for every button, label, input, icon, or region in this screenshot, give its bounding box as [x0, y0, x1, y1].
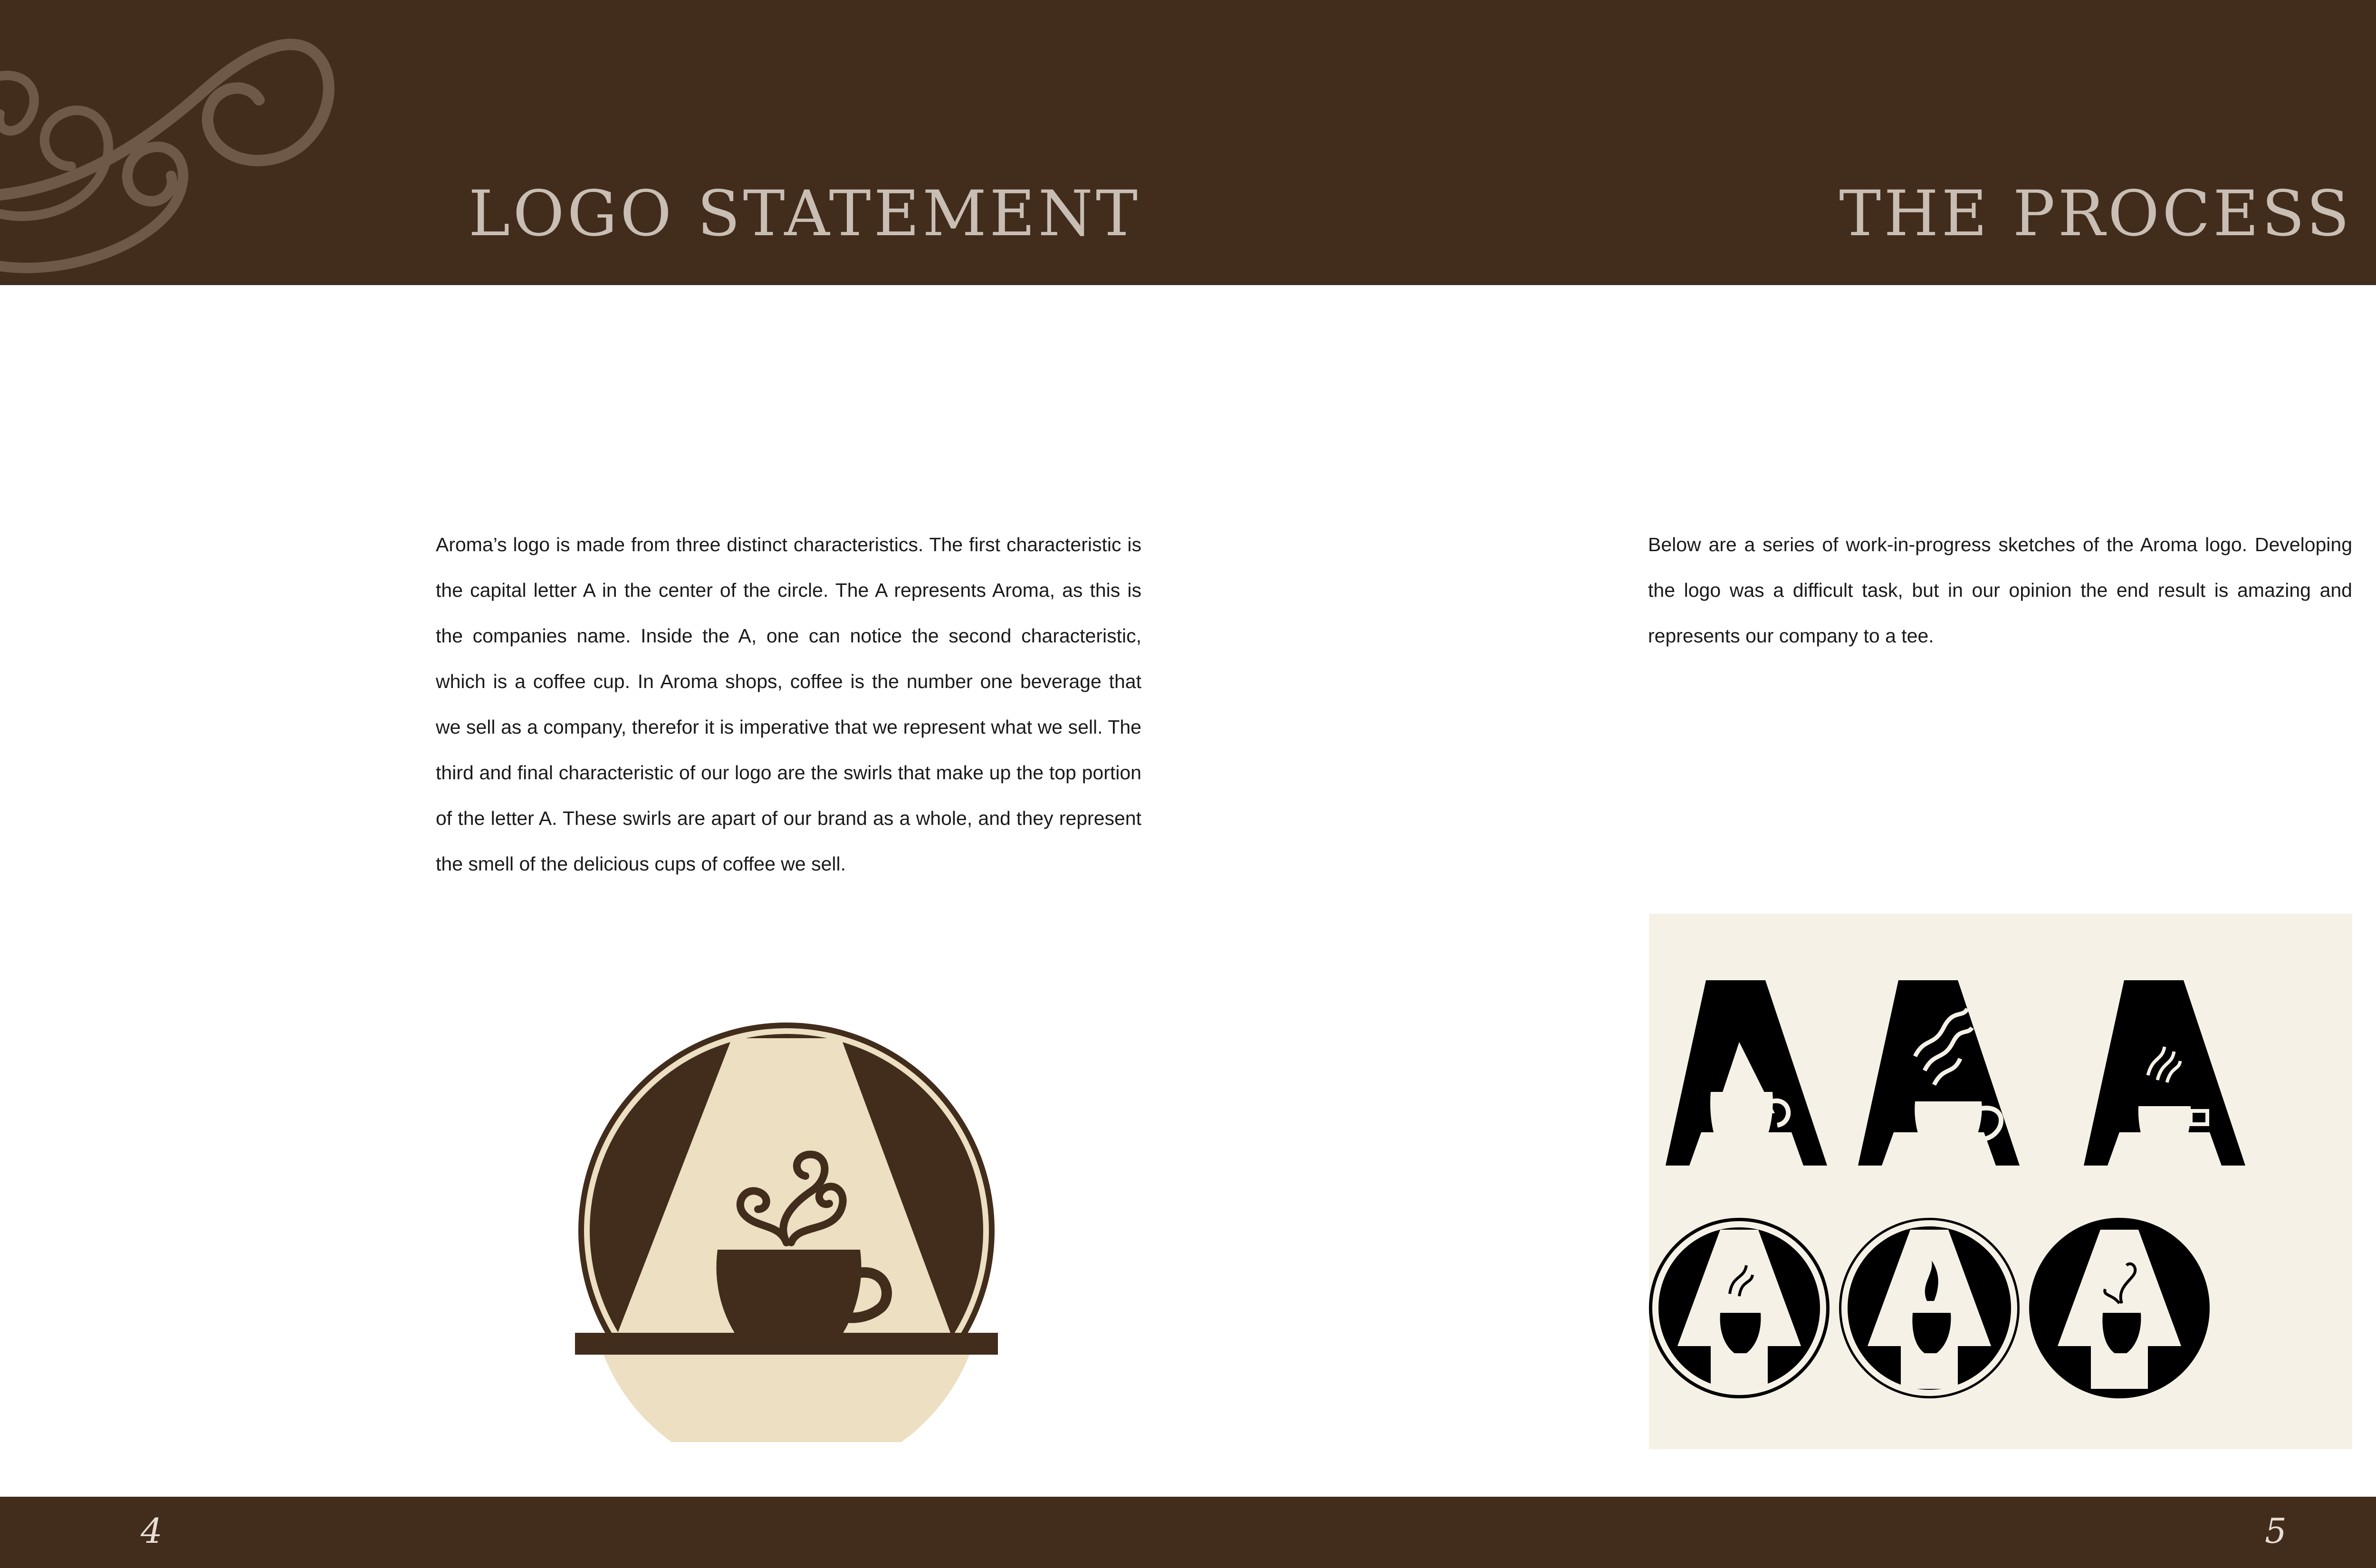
aroma-logo — [575, 1023, 998, 1442]
sketch-circle-a-steam-cup — [1649, 1218, 1830, 1398]
the-process-heading: THE PROCESS — [1839, 177, 2352, 250]
sketch-circle-a-flame-cup — [1839, 1218, 2020, 1398]
sketches-image — [1649, 980, 2245, 1398]
sketch-a-plain-cup — [1666, 980, 1827, 1166]
sketches-panel — [1649, 914, 2352, 1449]
process-body: Below are a series of work-in-progress s… — [1648, 534, 2352, 647]
sketch-circle-a-swirl-cup — [2029, 1218, 2210, 1398]
page-number-left: 4 — [141, 1511, 163, 1551]
footer-band — [0, 1497, 2376, 1568]
header-band: LOGO STATEMENT THE PROCESS — [0, 0, 2376, 285]
swirl-flourish-icon — [0, 38, 335, 273]
sketch-a-small-steam-cup — [2084, 980, 2245, 1166]
logo-statement-body: Aroma’s logo is made from three distinct… — [436, 534, 1141, 875]
logo-statement-heading: LOGO STATEMENT — [468, 177, 1140, 250]
page-number-right: 5 — [2265, 1511, 2287, 1551]
sketch-a-wavy-steam-cup — [1858, 980, 2020, 1166]
